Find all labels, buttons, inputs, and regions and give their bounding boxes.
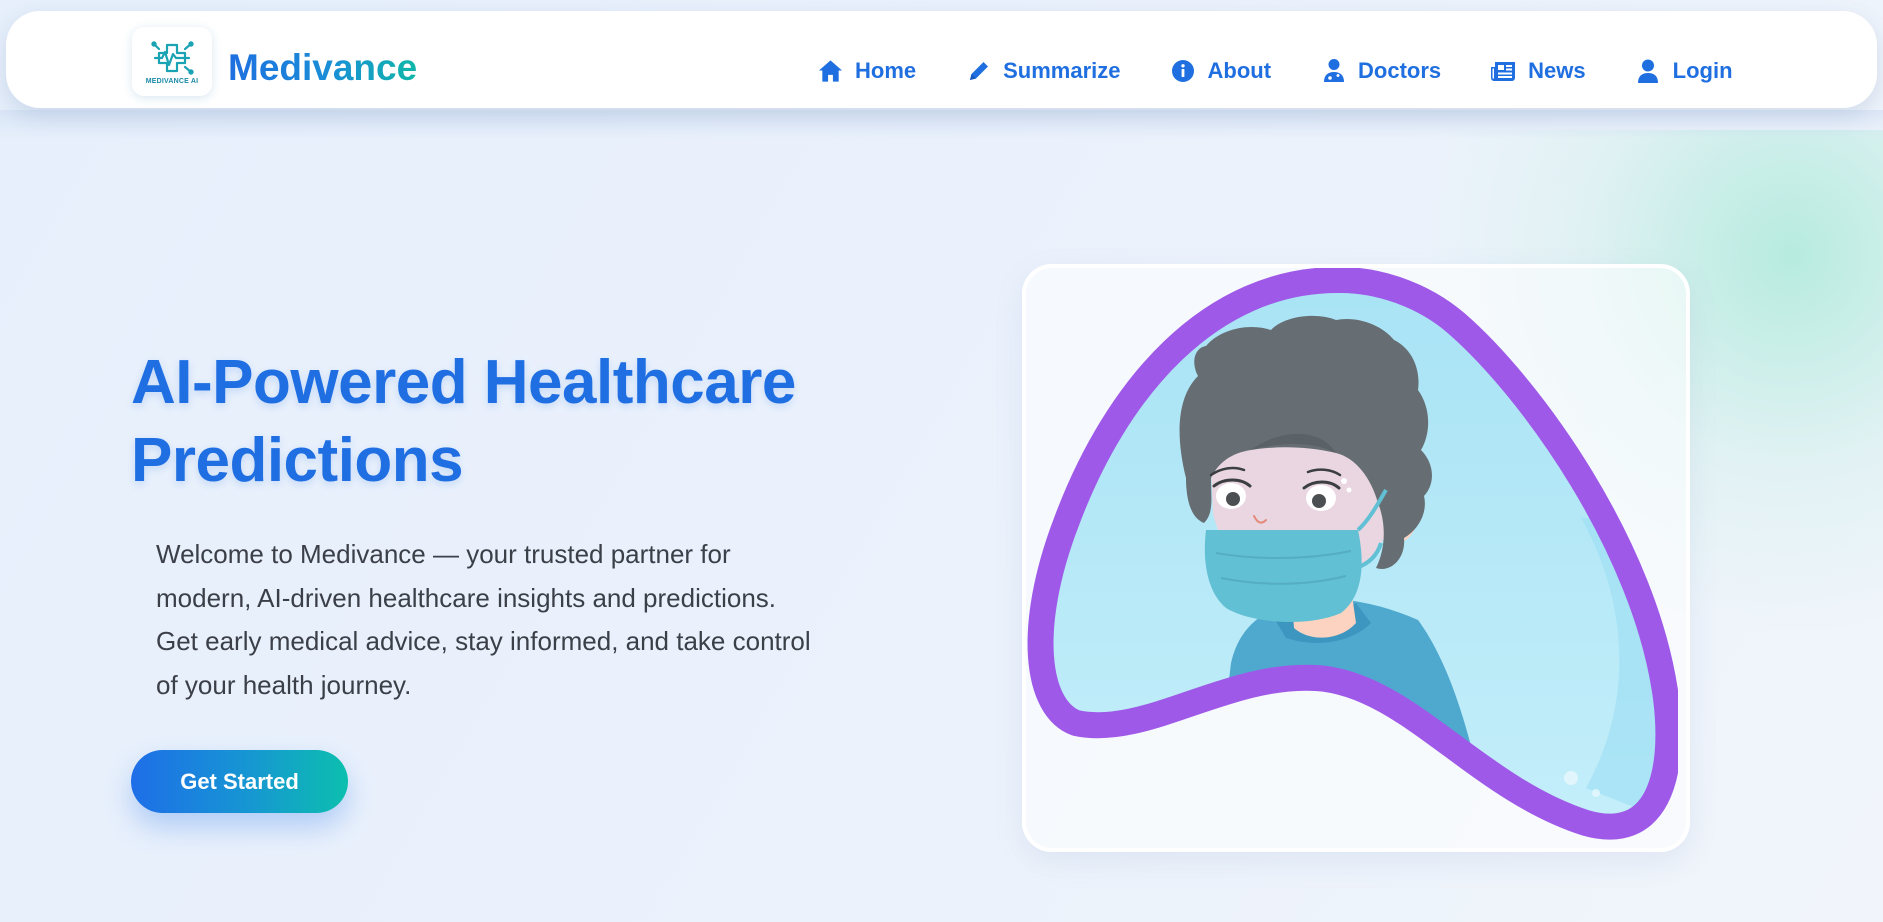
hero-illustration-card xyxy=(1022,264,1690,852)
hero-title: AI-Powered Healthcare Predictions xyxy=(131,344,951,500)
newspaper-icon xyxy=(1491,58,1516,83)
home-icon xyxy=(818,58,843,83)
nav-item-label: Login xyxy=(1672,57,1733,83)
get-started-button[interactable]: Get Started xyxy=(131,750,348,813)
nav-item-doctors[interactable]: Doctors xyxy=(1321,58,1441,83)
background-shade xyxy=(0,110,1883,140)
logo[interactable]: MEDIVANCE AI xyxy=(132,27,212,96)
nav-item-label: Summarize xyxy=(1003,57,1121,83)
hero-title-line: Predictions xyxy=(131,426,464,495)
nav-item-about[interactable]: About xyxy=(1171,57,1272,83)
nav-item-label: About xyxy=(1207,57,1272,83)
hero-description: Welcome to Medivance — your trusted part… xyxy=(156,533,916,707)
nav-item-label: Doctors xyxy=(1358,57,1442,83)
hero-description-line: of your health journey. xyxy=(156,669,412,700)
user-icon xyxy=(1636,58,1661,83)
sick-masked-person-illustration xyxy=(1027,268,1678,840)
nav-item-label: News xyxy=(1528,57,1586,83)
navbar: MEDIVANCE AI Medivance Home Summarize Ab… xyxy=(6,11,1877,108)
hero-description-line: Welcome to Medivance — your trusted part… xyxy=(156,539,731,569)
nav-item-login[interactable]: Login xyxy=(1636,58,1733,83)
doctor-icon xyxy=(1321,58,1346,83)
nav-links: Home Summarize About Doctors News Login xyxy=(818,58,1733,83)
brand-name[interactable]: Medivance xyxy=(228,49,417,86)
nav-item-home[interactable]: Home xyxy=(818,58,916,83)
medical-chip-icon xyxy=(151,40,194,75)
info-icon xyxy=(1171,58,1196,83)
hero-description-line: Get early medical advice, stay informed,… xyxy=(156,626,811,656)
logo-caption: MEDIVANCE AI xyxy=(145,77,199,85)
hero-title-line: AI-Powered Healthcare xyxy=(131,348,796,417)
nav-item-label: Home xyxy=(855,57,917,83)
nav-item-news[interactable]: News xyxy=(1491,57,1586,83)
hero-description-line: modern, AI-driven healthcare insights an… xyxy=(156,582,777,613)
pencil-icon xyxy=(966,58,991,83)
nav-item-summarize[interactable]: Summarize xyxy=(966,57,1121,83)
